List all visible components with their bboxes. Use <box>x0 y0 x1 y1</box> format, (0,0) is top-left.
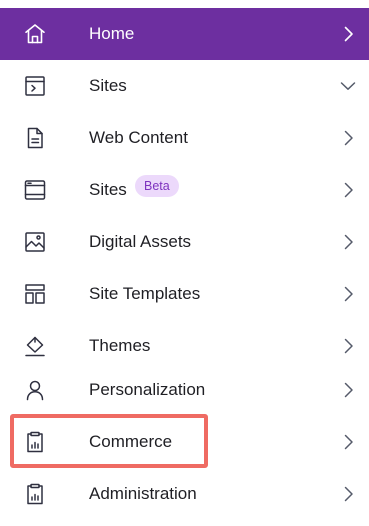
chevron-right-icon <box>339 285 357 303</box>
chevron-right-icon <box>339 337 357 355</box>
chevron-down-icon <box>339 77 357 95</box>
nav-item-digital-assets[interactable]: Digital Assets <box>0 216 369 268</box>
nav-item-sites[interactable]: Sites <box>0 60 369 112</box>
chevron-right-icon <box>339 233 357 251</box>
clipboard-chart-icon <box>22 429 48 455</box>
home-icon <box>22 21 48 47</box>
nav-item-home[interactable]: Home <box>0 8 369 60</box>
nav-item-label: Commerce <box>89 432 173 451</box>
chevron-right-icon <box>339 433 357 451</box>
terminal-window-icon <box>22 73 48 99</box>
nav-item-label: Digital Assets <box>89 232 192 251</box>
chevron-right-icon <box>339 485 357 503</box>
nav-item-sites-beta[interactable]: Sites Beta <box>0 164 369 216</box>
nav-item-label: Home <box>89 24 135 43</box>
paint-bucket-icon <box>22 333 48 359</box>
nav-item-label: Sites <box>89 76 127 95</box>
site-pages-icon <box>22 177 48 203</box>
nav-item-web-content[interactable]: Web Content <box>0 112 369 164</box>
document-icon <box>22 125 48 151</box>
clipboard-chart-icon <box>22 481 48 507</box>
nav-item-label: Administration <box>89 484 197 503</box>
nav-item-label: Themes <box>89 336 151 355</box>
chevron-right-icon <box>339 25 357 43</box>
chevron-right-icon <box>339 381 357 399</box>
chevron-right-icon <box>339 181 357 199</box>
nav-item-label: Personalization <box>89 380 206 399</box>
template-icon <box>22 281 48 307</box>
nav-item-administration[interactable]: Administration <box>0 468 369 520</box>
user-icon <box>22 377 48 403</box>
beta-badge: Beta <box>135 175 179 197</box>
nav-item-site-templates[interactable]: Site Templates <box>0 268 369 320</box>
navigation-menu: Home Sites Web Content Sites Beta Digita… <box>0 0 369 526</box>
nav-item-label: Sites <box>89 180 127 199</box>
nav-item-label: Site Templates <box>89 284 201 303</box>
nav-item-label: Web Content <box>89 128 188 147</box>
chevron-right-icon <box>339 129 357 147</box>
image-icon <box>22 229 48 255</box>
nav-item-personalization[interactable]: Personalization <box>0 364 369 416</box>
nav-item-commerce[interactable]: Commerce <box>0 416 369 468</box>
